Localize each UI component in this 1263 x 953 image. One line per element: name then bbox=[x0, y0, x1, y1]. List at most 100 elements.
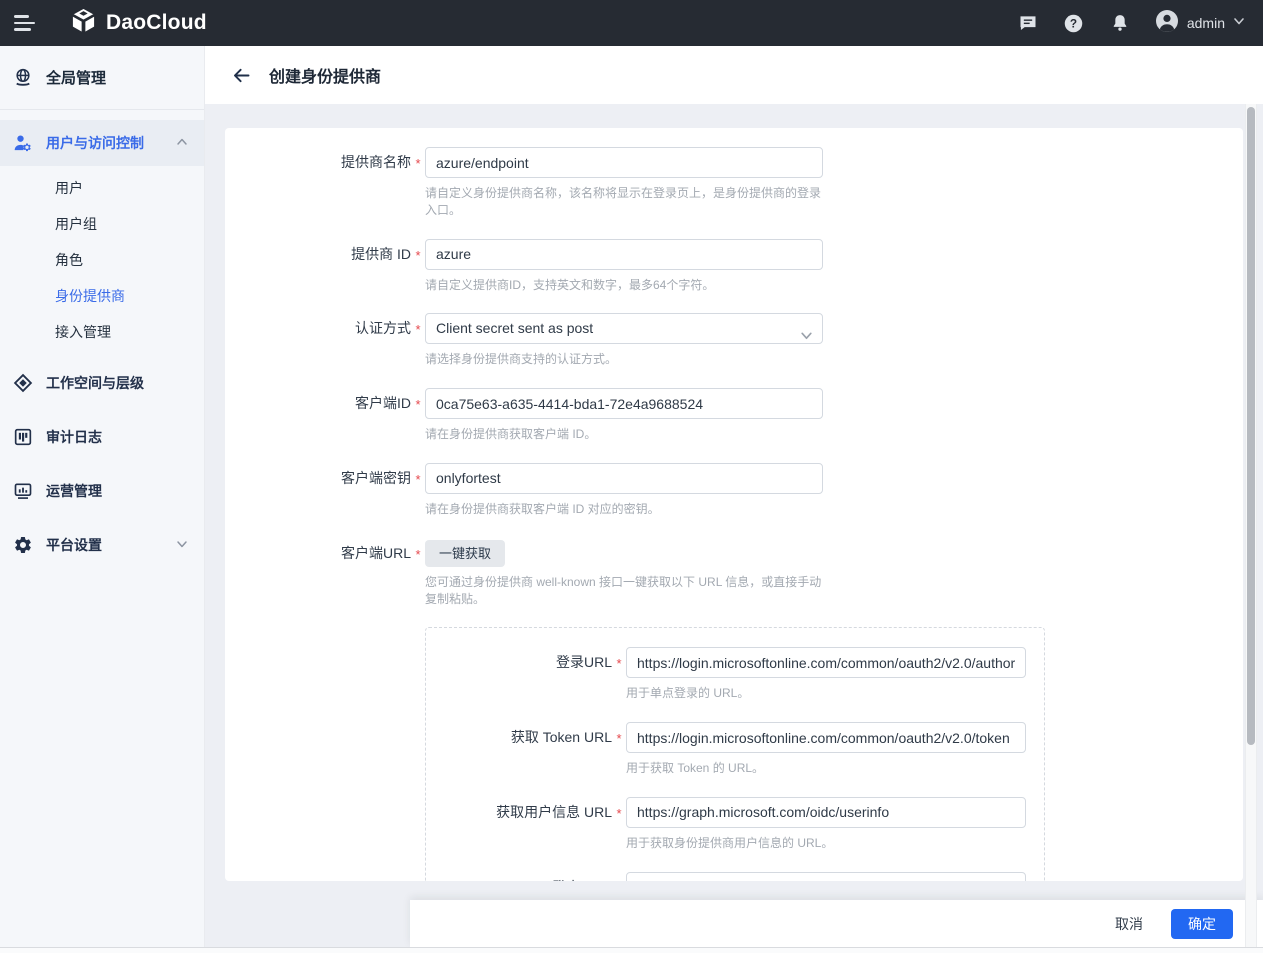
field-hint: 请自定义提供商ID，支持英文和数字，最多64个字符。 bbox=[425, 277, 823, 294]
field-client-url: 客户端URL * 一键获取 您可通过身份提供商 well-known 接口一键获… bbox=[225, 538, 1243, 608]
menu-icon[interactable] bbox=[14, 13, 38, 33]
field-label: 提供商名称 bbox=[225, 147, 411, 219]
sidebar-group-users-access-control[interactable]: 用户与访问控制 bbox=[0, 120, 204, 166]
selected-value: Client secret sent as post bbox=[436, 320, 593, 336]
main-area: 创建身份提供商 提供商名称 * 请自定义身份提供商名称，该名称将显示在登录页上，… bbox=[205, 46, 1263, 953]
field-label: 获取用户信息 URL bbox=[426, 797, 612, 852]
sidebar-submenu: 用户 用户组 角色 身份提供商 接入管理 bbox=[0, 166, 204, 352]
field-hint: 用于单点登录的 URL。 bbox=[626, 685, 1026, 702]
client-secret-input[interactable] bbox=[425, 463, 823, 494]
sidebar-group-label: 用户与访问控制 bbox=[46, 133, 144, 153]
url-panel: 登录URL * 用于单点登录的 URL。 获取 Token URL * 用于获取… bbox=[425, 627, 1045, 881]
field-client-secret: 客户端密钥 * 请在身份提供商获取客户端 ID 对应的密钥。 bbox=[225, 463, 1243, 518]
sidebar-item-label: 全局管理 bbox=[46, 67, 106, 88]
required-mark: * bbox=[411, 388, 425, 443]
field-token-url: 获取 Token URL * 用于获取 Token 的 URL。 bbox=[426, 722, 1044, 777]
message-icon[interactable] bbox=[1017, 12, 1039, 34]
form-card: 提供商名称 * 请自定义身份提供商名称，该名称将显示在登录页上，是身份提供商的登… bbox=[225, 128, 1243, 881]
required-mark: * bbox=[411, 239, 425, 294]
sidebar-item-global-management[interactable]: 全局管理 bbox=[0, 46, 204, 110]
audit-log-icon bbox=[13, 427, 33, 447]
sidebar-item-audit-logs[interactable]: 审计日志 bbox=[0, 414, 204, 460]
chevron-down-icon bbox=[1233, 14, 1245, 32]
user-menu[interactable]: admin bbox=[1155, 9, 1245, 38]
chevron-down-icon bbox=[176, 537, 188, 553]
avatar-icon bbox=[1155, 9, 1179, 38]
form-footer: 取消 确定 bbox=[410, 900, 1263, 947]
logout-url-input[interactable] bbox=[626, 872, 1026, 881]
vertical-scrollbar-thumb[interactable] bbox=[1247, 107, 1255, 745]
field-label: 提供商 ID bbox=[225, 239, 411, 294]
field-provider-id: 提供商 ID * 请自定义提供商ID，支持英文和数字，最多64个字符。 bbox=[225, 239, 1243, 294]
field-hint: 请选择身份提供商支持的认证方式。 bbox=[425, 351, 823, 368]
chevron-up-icon bbox=[176, 135, 188, 151]
workspace-icon bbox=[13, 373, 33, 393]
bell-icon[interactable] bbox=[1109, 12, 1131, 34]
field-logout-url: 登出 URL 用于单点登出的 URL。 bbox=[426, 872, 1044, 881]
svg-text:?: ? bbox=[1070, 16, 1077, 30]
cube-logo-icon bbox=[70, 7, 97, 39]
field-login-url: 登录URL * 用于单点登录的 URL。 bbox=[426, 647, 1044, 702]
scroll-content: 提供商名称 * 请自定义身份提供商名称，该名称将显示在登录页上，是身份提供商的登… bbox=[205, 104, 1263, 900]
sidebar-group-platform-settings[interactable]: 平台设置 bbox=[0, 522, 204, 568]
topbar: DaoCloud ? bbox=[0, 0, 1263, 46]
required-mark: * bbox=[411, 538, 425, 608]
sidebar-item-roles[interactable]: 角色 bbox=[0, 242, 204, 278]
field-label: 认证方式 bbox=[225, 313, 411, 368]
provider-name-input[interactable] bbox=[425, 147, 823, 178]
field-hint: 请在身份提供商获取客户端 ID。 bbox=[425, 426, 823, 443]
field-userinfo-url: 获取用户信息 URL * 用于获取身份提供商用户信息的 URL。 bbox=[426, 797, 1044, 852]
sidebar-item-operations-management[interactable]: 运营管理 bbox=[0, 468, 204, 514]
sidebar-item-access-management[interactable]: 接入管理 bbox=[0, 314, 204, 350]
vertical-scrollbar-track bbox=[1245, 104, 1257, 947]
operations-icon bbox=[13, 481, 33, 501]
chevron-down-icon bbox=[800, 323, 813, 352]
required-mark: * bbox=[612, 647, 626, 702]
field-hint: 请自定义身份提供商名称，该名称将显示在登录页上，是身份提供商的登录入口。 bbox=[425, 185, 823, 219]
gear-icon bbox=[13, 535, 33, 555]
field-label: 登出 URL bbox=[426, 872, 612, 881]
login-url-input[interactable] bbox=[626, 647, 1026, 678]
sidebar-item-user-groups[interactable]: 用户组 bbox=[0, 206, 204, 242]
userinfo-url-input[interactable] bbox=[626, 797, 1026, 828]
required-mark: * bbox=[411, 147, 425, 219]
globe-icon bbox=[13, 68, 33, 88]
sidebar-item-label: 审计日志 bbox=[46, 427, 102, 447]
client-id-input[interactable] bbox=[425, 388, 823, 419]
page-header: 创建身份提供商 bbox=[205, 46, 1263, 104]
field-label: 客户端URL bbox=[225, 538, 411, 608]
provider-id-input[interactable] bbox=[425, 239, 823, 270]
page-title: 创建身份提供商 bbox=[269, 63, 381, 87]
sidebar-item-label: 运营管理 bbox=[46, 481, 102, 501]
field-hint: 请在身份提供商获取客户端 ID 对应的密钥。 bbox=[425, 501, 823, 518]
required-mark: * bbox=[612, 722, 626, 777]
field-hint: 用于获取身份提供商用户信息的 URL。 bbox=[626, 835, 1026, 852]
required-mark: * bbox=[612, 797, 626, 852]
back-arrow-icon[interactable] bbox=[230, 64, 252, 86]
user-gear-icon bbox=[13, 133, 33, 153]
sidebar-item-identity-providers[interactable]: 身份提供商 bbox=[0, 278, 204, 314]
field-label: 获取 Token URL bbox=[426, 722, 612, 777]
username-label: admin bbox=[1187, 15, 1225, 31]
field-label: 客户端密钥 bbox=[225, 463, 411, 518]
required-mark: * bbox=[411, 313, 425, 368]
auth-method-select[interactable]: Client secret sent as post bbox=[425, 313, 823, 344]
field-label: 登录URL bbox=[426, 647, 612, 702]
field-client-id: 客户端ID * 请在身份提供商获取客户端 ID。 bbox=[225, 388, 1243, 443]
sidebar-item-workspace-hierarchy[interactable]: 工作空间与层级 bbox=[0, 360, 204, 406]
sidebar-item-users[interactable]: 用户 bbox=[0, 170, 204, 206]
one-click-fetch-button[interactable]: 一键获取 bbox=[425, 540, 505, 567]
brand-logo[interactable]: DaoCloud bbox=[70, 7, 207, 39]
cancel-button[interactable]: 取消 bbox=[1111, 908, 1147, 940]
confirm-button[interactable]: 确定 bbox=[1171, 909, 1233, 939]
bottom-strip bbox=[0, 947, 1263, 953]
help-icon[interactable]: ? bbox=[1063, 12, 1085, 34]
field-auth-method: 认证方式 * Client secret sent as post 请选择身份提… bbox=[225, 313, 1243, 368]
field-hint: 您可通过身份提供商 well-known 接口一键获取以下 URL 信息，或直接… bbox=[425, 574, 823, 608]
token-url-input[interactable] bbox=[626, 722, 1026, 753]
required-mark: * bbox=[411, 463, 425, 518]
field-hint: 用于获取 Token 的 URL。 bbox=[626, 760, 1026, 777]
brand-name: DaoCloud bbox=[106, 11, 207, 35]
field-provider-name: 提供商名称 * 请自定义身份提供商名称，该名称将显示在登录页上，是身份提供商的登… bbox=[225, 147, 1243, 219]
sidebar-item-label: 工作空间与层级 bbox=[46, 373, 144, 393]
